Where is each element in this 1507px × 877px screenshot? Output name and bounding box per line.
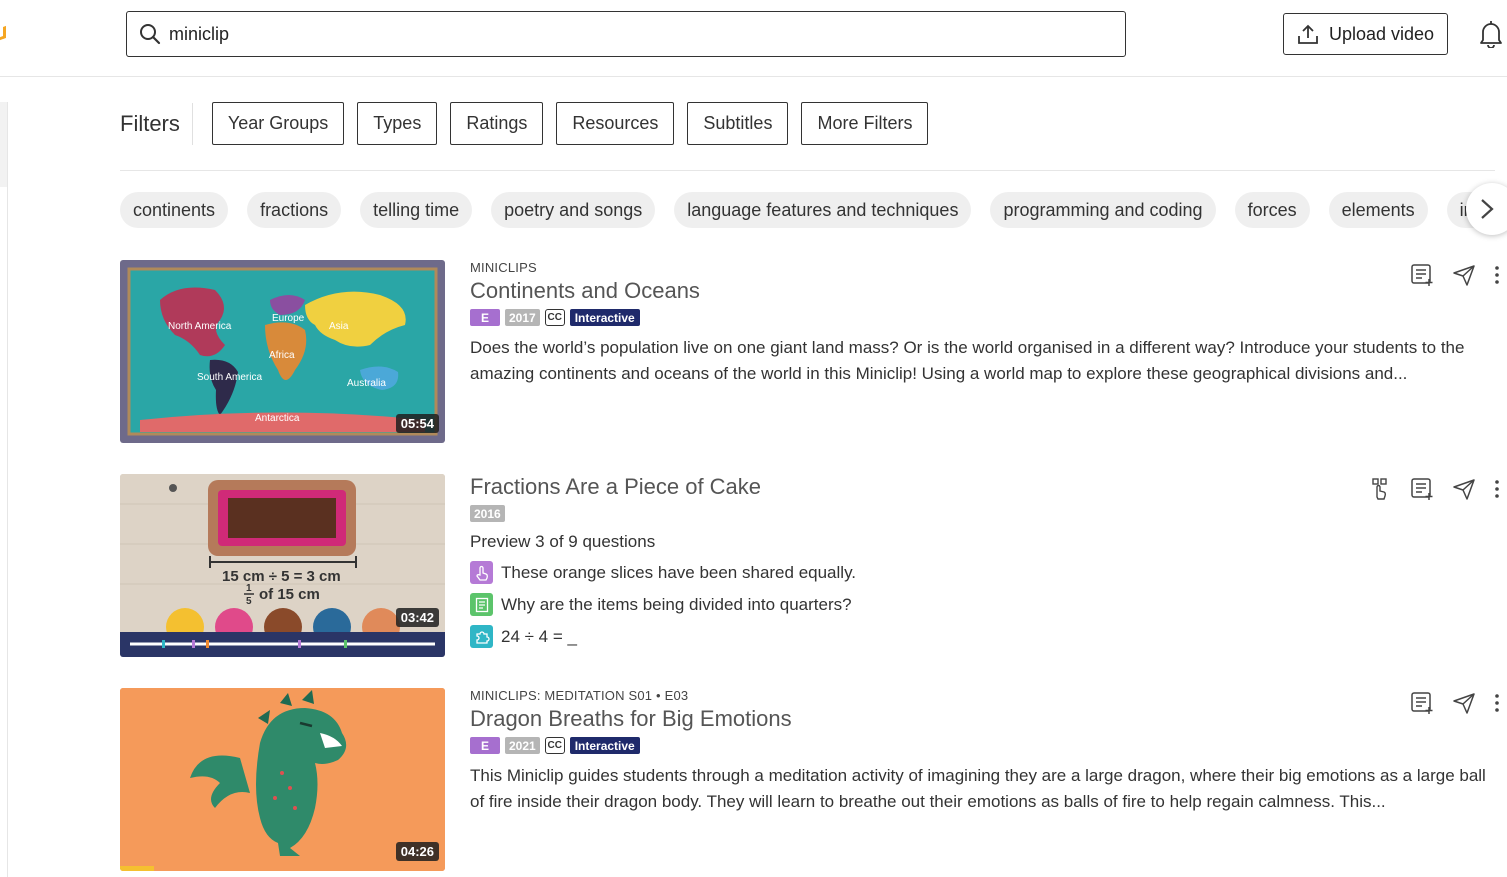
- interactive-badge: Interactive: [569, 309, 640, 326]
- badges: 2016: [470, 505, 1500, 522]
- map-label: Europe: [272, 313, 305, 324]
- share-icon[interactable]: [1452, 691, 1476, 715]
- upload-video-button[interactable]: Upload video: [1283, 13, 1448, 55]
- add-to-playlist-icon[interactable]: [1410, 691, 1434, 715]
- add-to-playlist-icon[interactable]: [1410, 477, 1434, 501]
- filter-year-groups-button[interactable]: Year Groups: [211, 102, 345, 145]
- bell-icon[interactable]: [1478, 20, 1504, 48]
- video-duration: 04:26: [395, 842, 439, 861]
- search-icon: [140, 24, 161, 45]
- video-title[interactable]: Fractions Are a Piece of Cake: [470, 474, 1500, 500]
- upload-icon: [1298, 24, 1318, 44]
- chip-continents[interactable]: continents: [120, 192, 229, 228]
- chevron-right-icon: [1481, 199, 1494, 219]
- year-badge: 2016: [470, 505, 505, 522]
- filters-bar: Filters Year Groups Types Ratings Resour…: [120, 102, 941, 145]
- chip-fractions[interactable]: fractions: [247, 192, 342, 228]
- chip-programming-and-coding[interactable]: programming and coding: [990, 192, 1216, 228]
- logo-icon[interactable]: [0, 25, 6, 41]
- video-thumbnail[interactable]: North America Europe Asia Africa South A…: [120, 260, 445, 443]
- question-item: These orange slices have been shared equ…: [470, 561, 1500, 584]
- rating-badge: E: [470, 309, 500, 326]
- filter-subtitles-button[interactable]: Subtitles: [687, 102, 789, 145]
- map-label: South America: [197, 372, 262, 383]
- question-preview-label: Preview 3 of 9 questions: [470, 532, 656, 551]
- topic-chips: continents fractions telling time poetry…: [120, 192, 1507, 228]
- interactive-badge: Interactive: [569, 737, 640, 754]
- search-box[interactable]: [126, 11, 1126, 57]
- series-label: MINICLIPS: MEDITATION S01 • E03: [470, 688, 689, 703]
- share-icon[interactable]: [1452, 477, 1476, 501]
- video-description: Does the world’s population live on one …: [470, 338, 1465, 383]
- search-input[interactable]: [169, 23, 1069, 45]
- badges: E 2021 CC Interactive: [470, 737, 1500, 754]
- video-duration: 05:54: [395, 414, 439, 433]
- fraction-cake-thumbnail: 15 cm ÷ 5 = 3 cm 1 5 of 15 cm: [120, 474, 445, 657]
- video-thumbnail[interactable]: 15 cm ÷ 5 = 3 cm 1 5 of 15 cm 03:42: [120, 474, 445, 657]
- question-text: 24 ÷ 4 = _: [501, 626, 577, 646]
- question-item: 24 ÷ 4 = _: [470, 625, 1500, 648]
- filter-ratings-button[interactable]: Ratings: [450, 102, 544, 145]
- more-options-icon[interactable]: [1494, 265, 1500, 285]
- video-description: This Miniclip guides students through a …: [470, 766, 1486, 811]
- result-info: Fractions Are a Piece of Cake 2016 Previ…: [470, 474, 1500, 648]
- result-actions: [1410, 263, 1500, 287]
- rating-badge: E: [470, 737, 500, 754]
- filter-more-button[interactable]: More Filters: [801, 102, 929, 145]
- result-info: MINICLIPS Continents and Oceans E 2017 C…: [470, 260, 1500, 387]
- filter-types-button[interactable]: Types: [357, 102, 438, 145]
- puzzle-icon: [470, 625, 493, 648]
- video-title[interactable]: Dragon Breaths for Big Emotions: [470, 706, 1500, 732]
- top-bar: Upload video: [0, 0, 1507, 77]
- interactive-questions-icon[interactable]: [1368, 477, 1392, 501]
- question-text: These orange slices have been shared equ…: [501, 562, 857, 582]
- thumbnail-equation: of 15 cm: [259, 586, 320, 603]
- thumbnail-equation: 15 cm ÷ 5 = 3 cm: [222, 568, 341, 585]
- filters-label: Filters: [120, 102, 193, 145]
- more-options-icon[interactable]: [1494, 479, 1500, 499]
- result-info: MINICLIPS: MEDITATION S01 • E03 Dragon B…: [470, 688, 1500, 815]
- filter-resources-button[interactable]: Resources: [556, 102, 675, 145]
- result-item: 04:26 MINICLIPS: MEDITATION S01 • E03 Dr…: [120, 688, 1500, 873]
- video-title[interactable]: Continents and Oceans: [470, 278, 1500, 304]
- result-actions: [1368, 477, 1500, 501]
- notes-icon: [470, 593, 493, 616]
- upload-video-label: Upload video: [1328, 23, 1435, 44]
- chip-elements[interactable]: elements: [1328, 192, 1428, 228]
- closed-captions-badge: CC: [544, 309, 565, 326]
- badges: E 2017 CC Interactive: [470, 309, 1500, 326]
- question-item: Why are the items being divided into qua…: [470, 593, 1500, 616]
- video-thumbnail[interactable]: 04:26: [120, 688, 445, 871]
- map-label: North America: [168, 321, 232, 332]
- chip-telling-time[interactable]: telling time: [360, 192, 473, 228]
- left-rail: [0, 102, 8, 877]
- more-options-icon[interactable]: [1494, 693, 1500, 713]
- thumbnail-fraction-numerator: 1: [246, 583, 252, 594]
- share-icon[interactable]: [1452, 263, 1476, 287]
- chip-forces[interactable]: forces: [1234, 192, 1310, 228]
- thumbnail-fraction-denominator: 5: [246, 596, 252, 607]
- touch-icon: [470, 561, 493, 584]
- map-label: Antarctica: [255, 413, 300, 424]
- add-to-playlist-icon[interactable]: [1410, 263, 1434, 287]
- left-rail-highlight: [0, 102, 7, 187]
- result-actions: [1410, 691, 1500, 715]
- closed-captions-badge: CC: [544, 737, 565, 754]
- chip-poetry-and-songs[interactable]: poetry and songs: [491, 192, 656, 228]
- map-label: Asia: [329, 321, 349, 332]
- chip-language-features[interactable]: language features and techniques: [674, 192, 972, 228]
- year-badge: 2017: [505, 309, 540, 326]
- result-item: North America Europe Asia Africa South A…: [120, 260, 1500, 445]
- year-badge: 2021: [505, 737, 540, 754]
- series-label: MINICLIPS: [470, 260, 537, 275]
- filters-divider: [120, 170, 1495, 171]
- map-label: Africa: [269, 350, 295, 361]
- question-text: Why are the items being divided into qua…: [501, 594, 852, 614]
- map-label: Australia: [347, 378, 386, 389]
- result-item: 15 cm ÷ 5 = 3 cm 1 5 of 15 cm 03:42 Frac…: [120, 474, 1500, 659]
- video-duration: 03:42: [395, 608, 439, 627]
